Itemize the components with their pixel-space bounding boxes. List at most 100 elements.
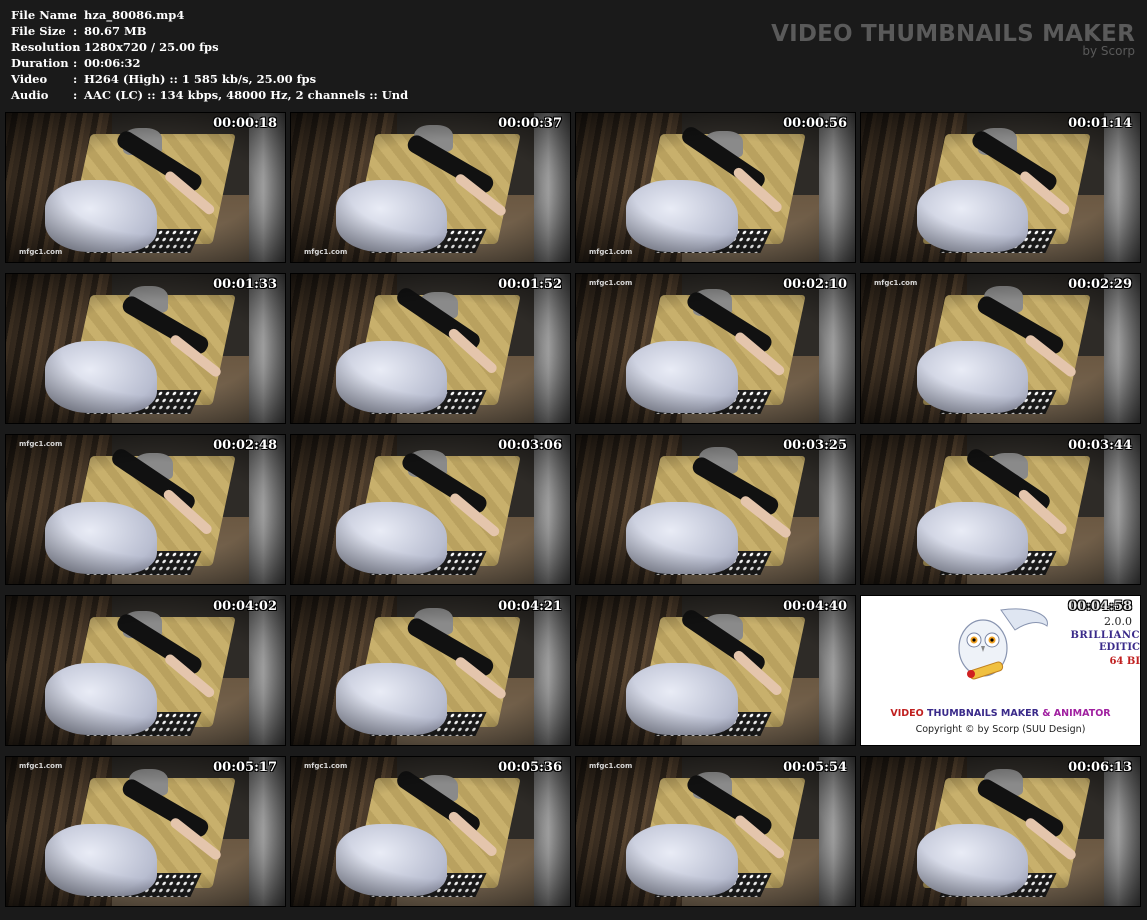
thumbnail-timestamp: 00:05:54 [783, 760, 847, 775]
info-separator: : [73, 24, 78, 38]
frame-vignette [6, 274, 285, 423]
video-thumbnail[interactable]: 00:01:33 [5, 273, 286, 424]
info-key: Duration [11, 56, 69, 70]
video-frame-image [861, 274, 1140, 423]
video-frame-image [861, 757, 1140, 906]
info-row: Resolution:1280x720 / 25.00 fps [11, 39, 408, 55]
video-frame-image [6, 757, 285, 906]
video-frame-image [861, 435, 1140, 584]
frame-watermark: mfgc1.com [589, 762, 633, 770]
thumbnail-timestamp: 00:02:29 [1068, 277, 1132, 292]
info-key: Resolution [11, 40, 81, 54]
video-thumbnail[interactable]: 00:06:13 [860, 756, 1141, 907]
promo-title: VIDEO THUMBNAILS MAKER & ANIMATOR [861, 708, 1140, 719]
frame-vignette [576, 435, 855, 584]
promo-edition: BRILLIANC [1070, 630, 1140, 641]
frame-vignette [576, 596, 855, 745]
video-frame-image [576, 113, 855, 262]
thumbnail-timestamp: 00:03:44 [1068, 438, 1132, 453]
video-frame-image [6, 596, 285, 745]
header: File Name: hza_80086.mp4 File Size:80.67 M… [0, 0, 1147, 110]
video-thumbnail[interactable]: 00:01:52 [290, 273, 571, 424]
video-frame-image [6, 274, 285, 423]
info-value: AAC (LC) :: 134 kbps, 48000 Hz, 2 channe… [84, 88, 409, 102]
video-thumbnail[interactable]: 00:03:25 [575, 434, 856, 585]
video-frame-image [291, 274, 570, 423]
thumbnail-timestamp: 00:04:58 [1068, 599, 1132, 614]
frame-vignette [576, 757, 855, 906]
thumbnail-timestamp: 00:01:52 [498, 277, 562, 292]
frame-vignette [576, 113, 855, 262]
video-frame-image [6, 113, 285, 262]
frame-vignette [861, 435, 1140, 584]
frame-vignette [861, 274, 1140, 423]
info-key: Audio [11, 88, 49, 102]
frame-vignette [291, 274, 570, 423]
frame-vignette [861, 757, 1140, 906]
video-thumbnail[interactable]: mfgc1.com 00:05:36 [290, 756, 571, 907]
thumbnail-timestamp: 00:03:25 [783, 438, 847, 453]
video-frame-image [861, 113, 1140, 262]
video-thumbnail[interactable]: 00:04:40 [575, 595, 856, 746]
thumbnail-timestamp: 00:04:21 [498, 599, 562, 614]
info-row: Video: H264 (High) :: 1 585 kb/s, 25.00 f… [11, 71, 408, 87]
promo-edition-word: EDITIC [1098, 642, 1140, 653]
thumbnail-timestamp: 00:03:06 [498, 438, 562, 453]
thumbnail-timestamp: 00:00:56 [783, 116, 847, 131]
video-thumbnail[interactable]: mfgc1.com 00:02:29 [860, 273, 1141, 424]
thumbnail-timestamp: 00:02:10 [783, 277, 847, 292]
thumbnail-timestamp: 00:00:37 [498, 116, 562, 131]
promo-copyright: Copyright © by Scorp (SUU Design) [915, 724, 1086, 735]
video-frame-image [291, 596, 570, 745]
promo-version: 2.0.0 [1104, 615, 1132, 628]
video-frame-image [576, 274, 855, 423]
info-row: Audio: AAC (LC) :: 134 kbps, 48000 Hz, 2 … [11, 87, 408, 103]
frame-watermark: mfgc1.com [589, 248, 633, 256]
video-thumbnail[interactable]: 00:04:21 [290, 595, 571, 746]
thumbnail-timestamp: 00:02:48 [213, 438, 277, 453]
frame-vignette [6, 435, 285, 584]
frame-watermark: mfgc1.com [874, 279, 918, 287]
video-thumbnail[interactable]: mfgc1.com 00:00:37 [290, 112, 571, 263]
info-key: File Size [11, 24, 66, 38]
frame-vignette [6, 113, 285, 262]
info-separator: : [73, 56, 78, 70]
frame-watermark: mfgc1.com [304, 762, 348, 770]
thumbnail-timestamp: 00:01:14 [1068, 116, 1132, 131]
video-frame-image [291, 435, 570, 584]
video-frame-image [576, 596, 855, 745]
thumbnail-timestamp: 00:04:40 [783, 599, 847, 614]
video-thumbnail[interactable]: 00:01:14 [860, 112, 1141, 263]
video-thumbnail[interactable]: 00:03:06 [290, 434, 571, 585]
video-thumbnail[interactable]: 2.0.0 BRILLIANC EDITIC 64 BI VIDEO THUMBNAIL… [860, 595, 1141, 746]
video-thumbnail[interactable]: mfgc1.com 00:00:18 [5, 112, 286, 263]
info-value: 80.67 MB [84, 24, 147, 38]
video-thumbnail[interactable]: mfgc1.com 00:00:56 [575, 112, 856, 263]
video-thumbnail[interactable]: 00:04:02 [5, 595, 286, 746]
frame-watermark: mfgc1.com [19, 762, 63, 770]
frame-watermark: mfgc1.com [19, 248, 63, 256]
video-thumbnail[interactable]: 00:03:44 [860, 434, 1141, 585]
promo-bits: 64 BI [1109, 656, 1140, 667]
file-info: File Name: hza_80086.mp4 File Size:80.67 M… [11, 7, 408, 103]
owl-logo-icon [958, 608, 1048, 680]
video-frame-image [576, 757, 855, 906]
frame-vignette [291, 596, 570, 745]
thumbnail-timestamp: 00:01:33 [213, 277, 277, 292]
promo-title-animator: & ANIMATOR [1042, 708, 1111, 719]
info-row: Duration:00:06:32 [11, 55, 408, 71]
thumbnail-timestamp: 00:04:02 [213, 599, 277, 614]
video-thumbnail[interactable]: mfgc1.com 00:05:54 [575, 756, 856, 907]
video-frame-image [576, 435, 855, 584]
video-thumbnail[interactable]: mfgc1.com 00:05:17 [5, 756, 286, 907]
video-thumbnail[interactable]: mfgc1.com 00:02:10 [575, 273, 856, 424]
frame-vignette [861, 113, 1140, 262]
info-row: File Name: hza_80086.mp4 [11, 7, 408, 23]
frame-watermark: mfgc1.com [19, 440, 63, 448]
video-thumbnail[interactable]: mfgc1.com 00:02:48 [5, 434, 286, 585]
video-frame-image [291, 113, 570, 262]
info-value: hza_80086.mp4 [84, 8, 185, 22]
frame-watermark: mfgc1.com [589, 279, 633, 287]
frame-vignette [291, 757, 570, 906]
info-separator: : [73, 40, 78, 54]
